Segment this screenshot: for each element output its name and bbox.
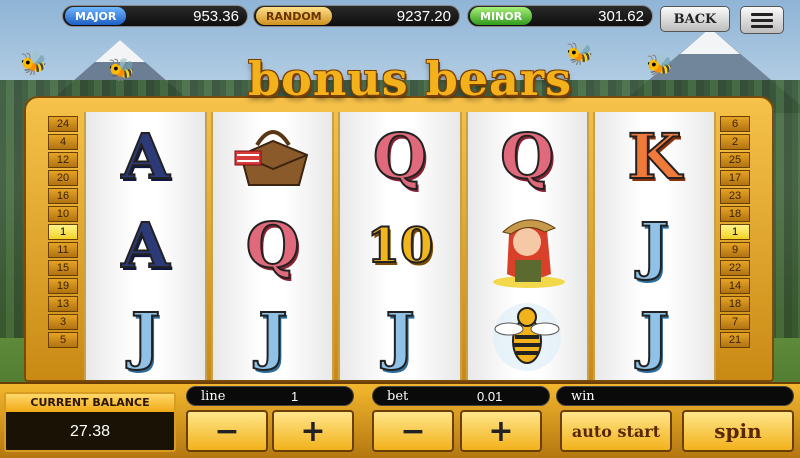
payline-number[interactable]: 9 (720, 242, 750, 258)
payline-number[interactable]: 10 (48, 206, 78, 222)
picnic-basket-icon (227, 117, 319, 197)
payline-number[interactable]: 16 (48, 188, 78, 204)
payline-number[interactable]: 18 (720, 296, 750, 312)
payline-number[interactable]: 22 (720, 260, 750, 276)
spin-button[interactable]: spin (682, 410, 794, 452)
payline-number[interactable]: 24 (48, 116, 78, 132)
bee-icon: 🐝 (20, 52, 48, 77)
major-jackpot: MAJOR 953.36 (62, 5, 248, 27)
game-logo: bonus bears (247, 52, 572, 106)
symbol-j: J (130, 298, 161, 373)
symbol-j: J (384, 298, 415, 373)
bet-decrease-button[interactable]: − (372, 410, 454, 452)
win-label: win (571, 388, 595, 404)
symbol-q: Q (245, 208, 301, 283)
payline-number[interactable]: 23 (720, 188, 750, 204)
symbol-k: K (626, 119, 682, 194)
payline-number[interactable]: 1 (48, 224, 78, 240)
back-button[interactable]: BACK (660, 6, 730, 32)
payline-number[interactable]: 18 (720, 206, 750, 222)
line-value: 1 (291, 388, 299, 404)
hamburger-menu-icon[interactable] (740, 6, 784, 34)
payline-number[interactable]: 5 (48, 332, 78, 348)
random-jackpot: RANDOM 9237.20 (253, 5, 460, 27)
major-jackpot-value: 953.36 (193, 7, 239, 25)
payline-number[interactable]: 21 (720, 332, 750, 348)
reel-2: QJ (211, 112, 335, 380)
minor-jackpot-label: MINOR (470, 7, 533, 25)
payline-number[interactable]: 11 (48, 242, 78, 258)
line-increase-button[interactable]: + (272, 410, 354, 452)
auto-start-button[interactable]: auto start (560, 410, 672, 452)
line-label: line (201, 388, 226, 404)
bee-icon: 🐝 (646, 54, 674, 79)
line-display: line 1 (186, 386, 354, 406)
payline-number[interactable]: 4 (48, 134, 78, 150)
bet-label: bet (387, 388, 409, 404)
minor-jackpot: MINOR 301.62 (467, 5, 653, 27)
symbol-j: J (257, 298, 288, 373)
random-jackpot-label: RANDOM (256, 7, 332, 25)
reel-5: KJJ (592, 112, 717, 380)
line-decrease-button[interactable]: − (186, 410, 268, 452)
symbol-a: A (121, 208, 171, 283)
balance-label: CURRENT BALANCE (6, 394, 174, 412)
random-jackpot-value: 9237.20 (396, 7, 451, 25)
symbol-q: Q (499, 119, 555, 194)
payline-number[interactable]: 6 (720, 116, 750, 132)
ranger-girl-icon (481, 206, 573, 288)
win-display: win (556, 386, 794, 406)
payline-number[interactable]: 20 (48, 170, 78, 186)
symbol-a: A (121, 119, 171, 194)
reel-3: Q 10 J (338, 112, 462, 380)
bee-icon: 🐝 (108, 58, 136, 83)
payline-number[interactable]: 3 (48, 314, 78, 330)
symbol-j: J (639, 298, 670, 373)
bet-value: 0.01 (477, 388, 503, 404)
bet-increase-button[interactable]: + (460, 410, 542, 452)
major-jackpot-label: MAJOR (65, 7, 127, 25)
reel-1: AAJ (84, 112, 208, 380)
payline-number[interactable]: 1 (720, 224, 750, 240)
reel-4: Q (465, 112, 589, 380)
minor-jackpot-value: 301.62 (598, 7, 644, 25)
reels: A A J Q J Q 10 J Q K J J (84, 112, 717, 380)
symbol-j: J (639, 208, 670, 283)
payline-number[interactable]: 14 (720, 278, 750, 294)
symbol-10: 10 (366, 217, 435, 275)
payline-number[interactable]: 19 (48, 278, 78, 294)
payline-number[interactable]: 13 (48, 296, 78, 312)
payline-number[interactable]: 2 (720, 134, 750, 150)
payline-number[interactable]: 25 (720, 152, 750, 168)
payline-number[interactable]: 15 (48, 260, 78, 276)
payline-number[interactable]: 12 (48, 152, 78, 168)
payline-number[interactable]: 17 (720, 170, 750, 186)
payline-number[interactable]: 7 (720, 314, 750, 330)
bet-display: bet 0.01 (372, 386, 550, 406)
payline-indicators-left: 24 4 12 20 16 10 1 11 15 19 13 3 5 (48, 116, 78, 348)
symbol-q: Q (372, 119, 428, 194)
payline-indicators-right: 6 2 25 17 23 18 1 9 22 14 18 7 21 (720, 116, 750, 348)
balance-value: 27.38 (69, 423, 111, 440)
bee-icon (481, 295, 573, 375)
